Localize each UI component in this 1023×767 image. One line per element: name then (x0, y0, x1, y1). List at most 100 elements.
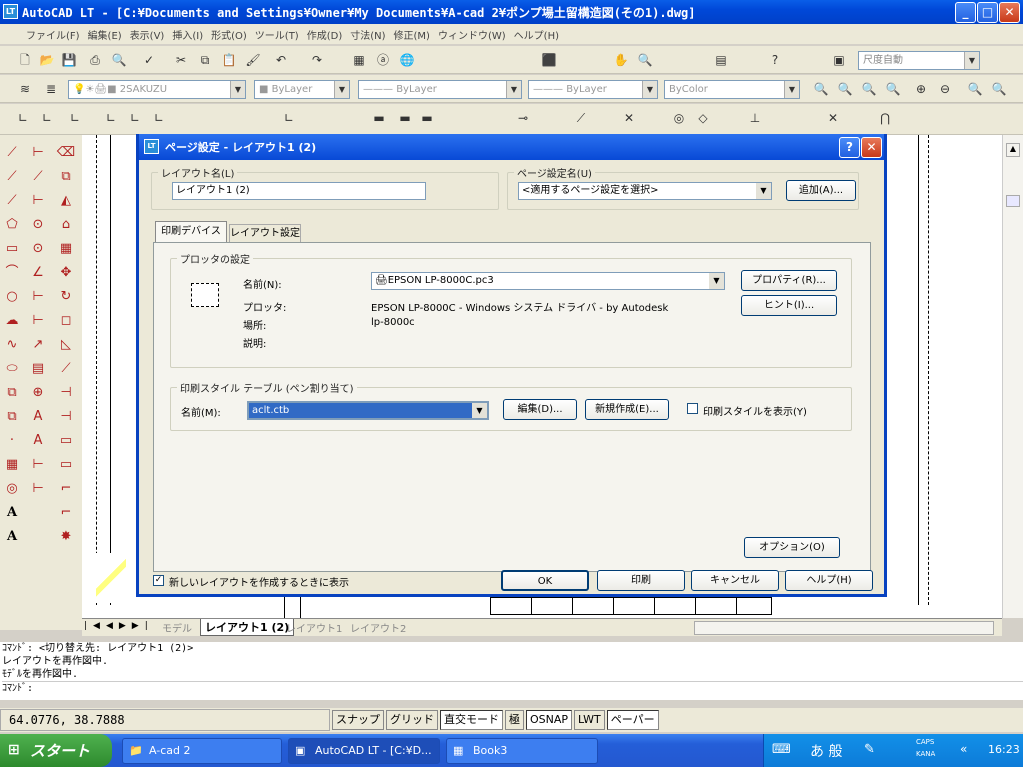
zoom-center-icon[interactable]: 🔍 (884, 80, 902, 98)
extend-icon[interactable]: ⊣ (56, 407, 76, 427)
dialog-close-button[interactable]: ✕ (861, 137, 882, 158)
menu-insert[interactable]: 挿入(I) (172, 27, 211, 42)
start-button[interactable]: ⊞ スタート (0, 734, 112, 767)
polar-toggle[interactable]: 極 (505, 710, 524, 730)
snap-quadrant-icon[interactable]: ◇ (694, 109, 712, 127)
plotter-select[interactable]: 🖨EPSON LP-8000C.pc3 ▼ (371, 272, 725, 290)
print-icon[interactable]: ⎙ (86, 51, 104, 69)
color-combo[interactable]: ■ ByLayer ▼ (254, 80, 350, 99)
line-icon[interactable]: ⟋ (2, 143, 22, 163)
task-autocad[interactable]: ▣ AutoCAD LT - [C:¥D... (288, 737, 440, 764)
make-block-icon[interactable]: ⧉ (2, 407, 22, 427)
autocad-app-icon[interactable]: LT (3, 4, 18, 19)
break-icon[interactable]: ▭ (56, 431, 76, 451)
dim-angular-left-icon[interactable]: ∠ (28, 263, 48, 283)
menu-dimension[interactable]: 寸法(N) (350, 27, 393, 42)
menu-window[interactable]: ウィンドウ(W) (438, 27, 514, 42)
zoom-dynamic-icon[interactable]: 🔍 (836, 80, 854, 98)
lineweight-combo[interactable]: ——— ByLayer ▼ (528, 80, 658, 99)
tray-expand-icon[interactable]: « (960, 742, 967, 756)
dim-style-icon[interactable]: ▬ (396, 109, 414, 127)
keyboard-icon[interactable]: ⌨ (772, 742, 791, 757)
tolerance-icon[interactable]: ▤ (28, 359, 48, 379)
zoom-extents-icon[interactable]: 🔍 (990, 80, 1008, 98)
add-button[interactable]: 追加(A)... (786, 180, 856, 201)
undo-icon[interactable]: ↶ (272, 51, 290, 69)
zoom-window-icon[interactable]: 🔍 (812, 80, 830, 98)
edit-button[interactable]: 編集(D)... (503, 399, 577, 420)
tab-layout-settings[interactable]: レイアウト設定 (229, 224, 301, 243)
point-icon[interactable]: · (2, 431, 22, 451)
snap-toggle[interactable]: スナップ (332, 710, 384, 730)
offset-icon[interactable]: ⌂ (56, 215, 76, 235)
circle-icon[interactable]: ○ (2, 287, 22, 307)
coordinates-display[interactable]: 64.0776, 38.7888 (0, 709, 330, 731)
ellipse-icon[interactable]: ⬭ (2, 359, 22, 379)
linear-dim-icon[interactable]: ∟ (14, 109, 32, 127)
paper-toggle[interactable]: ペーパー (606, 710, 659, 730)
dimstyle-combo[interactable]: 尺度自動 ▼ (858, 51, 980, 70)
preview-icon[interactable]: 🔍 (110, 51, 128, 69)
lwt-toggle[interactable]: LWT (574, 710, 605, 730)
task-a-cad2[interactable]: 📁 A-cad 2 (122, 737, 282, 764)
spell-icon[interactable]: ✓ (140, 51, 158, 69)
arc-icon[interactable]: ⌒ (2, 263, 22, 283)
dim-update-icon[interactable]: ▬ (370, 109, 388, 127)
plotter-properties-button[interactable]: プロパティ(R)... (741, 270, 837, 291)
diameter-dim-icon[interactable]: ∟ (126, 109, 144, 127)
copy-icon[interactable]: ⧉ (196, 51, 214, 69)
dim-radius-left-icon[interactable]: ⊙ (28, 215, 48, 235)
help-icon[interactable]: ? (766, 51, 784, 69)
menu-edit[interactable]: 編集(E) (88, 27, 130, 42)
tab-layout2[interactable]: レイアウト2 (350, 620, 406, 635)
snap-endpoint-icon[interactable]: ⊸ (514, 109, 532, 127)
menu-modify[interactable]: 修正(M) (394, 27, 438, 42)
command-window[interactable]: ｺﾏﾝﾄﾞ: <切り替え先: レイアウト1 (2)> レイアウトを再作図中. ﾓ… (0, 640, 1023, 700)
tab-print-device[interactable]: 印刷デバイス (155, 221, 227, 243)
insert-block-icon[interactable]: ⧉ (2, 383, 22, 403)
tab-model[interactable]: モデル (162, 620, 192, 635)
dim-text-icon[interactable]: A (28, 407, 48, 427)
tool-palette-icon[interactable]: ▤ (712, 51, 730, 69)
rectangle-icon[interactable]: ▭ (2, 239, 22, 259)
layer-state-icon[interactable]: ≣ (42, 80, 60, 98)
maximize-button[interactable]: □ (977, 2, 998, 23)
dim-override-icon[interactable]: ▬ (418, 109, 436, 127)
menu-draw[interactable]: 作成(D) (307, 27, 351, 42)
menu-format[interactable]: 形式(O) (211, 27, 255, 42)
construction-line-icon[interactable]: ⟋ (2, 167, 22, 187)
horizontal-scrollbar[interactable] (694, 621, 994, 635)
grid-toggle[interactable]: グリッド (386, 710, 438, 730)
mirror-icon[interactable]: ◭ (56, 191, 76, 211)
scroll-thumb[interactable] (1006, 195, 1020, 207)
chamfer-icon[interactable]: ⌐ (56, 479, 76, 499)
redo-icon[interactable]: ↷ (308, 51, 326, 69)
mtext-icon[interactable]: A (2, 503, 22, 523)
dim-edit-icon[interactable]: ∟ (280, 109, 298, 127)
globe-icon[interactable]: 🌐 (398, 51, 416, 69)
options-button[interactable]: オプション(O) (744, 537, 840, 558)
new-icon[interactable]: 🗋 (16, 51, 34, 69)
design-center-icon[interactable]: ▦ (350, 51, 368, 69)
spline-icon[interactable]: ∿ (2, 335, 22, 355)
new-layout-checkbox[interactable]: ✓ (153, 575, 164, 586)
drawing-vertical-scrollbar[interactable]: ▲ (1002, 135, 1023, 618)
layer-manager-icon[interactable]: ≋ (16, 80, 34, 98)
command-prompt[interactable]: ｺﾏﾝﾄﾞ: (2, 681, 1023, 695)
stretch-icon[interactable]: ◺ (56, 335, 76, 355)
menu-view[interactable]: 表示(V) (130, 27, 173, 42)
plot-style-select[interactable]: aclt.ctb ▼ (247, 401, 489, 420)
open-icon[interactable]: 📂 (38, 51, 56, 69)
paste-icon[interactable]: 📋 (220, 51, 238, 69)
save-icon[interactable]: 💾 (60, 51, 78, 69)
polyline-icon[interactable]: ⟋ (2, 191, 22, 211)
tab-navigation-icon[interactable]: |◀◀▶▶| (84, 621, 154, 631)
fillet-icon[interactable]: ⌐ (56, 503, 76, 523)
menu-help[interactable]: ヘルプ(H) (514, 27, 567, 42)
text-icon[interactable]: A (2, 527, 22, 547)
dim-continue-icon[interactable]: ⊢ (28, 311, 48, 331)
page-setup-select[interactable]: <適用するページ設定を選択> ▼ (518, 182, 772, 200)
move-icon[interactable]: ✥ (56, 263, 76, 283)
menu-tools[interactable]: ツール(T) (255, 27, 307, 42)
show-styles-checkbox[interactable] (687, 403, 698, 414)
